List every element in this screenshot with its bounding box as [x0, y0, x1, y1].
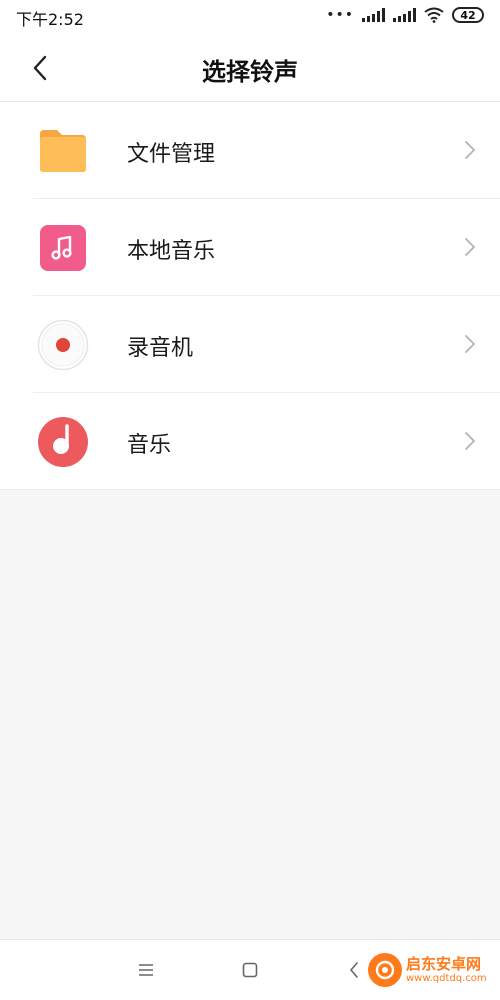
menu-button[interactable] — [132, 956, 160, 984]
chevron-right-icon — [465, 432, 475, 450]
home-button[interactable] — [236, 956, 264, 984]
watermark-url: www.qdtdq.com — [406, 973, 487, 984]
back-triangle-icon — [350, 962, 358, 978]
list-item-file-manager[interactable]: 文件管理 — [0, 102, 500, 199]
wifi-icon — [424, 7, 444, 23]
header: 选择铃声 — [0, 34, 500, 102]
list-item-label: 录音机 — [127, 336, 194, 361]
chevron-right-icon — [465, 238, 475, 256]
list-item-label: 文件管理 — [127, 142, 216, 167]
list-item-local-music[interactable]: 本地音乐 — [0, 199, 500, 296]
status-time: 下午2:52 — [16, 10, 84, 29]
nav-back-button[interactable] — [340, 956, 368, 984]
chevron-right-icon — [465, 141, 475, 159]
menu-icon — [139, 964, 153, 976]
status-icons: ••• 42 — [326, 7, 484, 23]
watermark-logo-icon — [368, 953, 402, 987]
ringtone-source-list: 文件管理 本地音乐 录音机 音乐 — [0, 102, 500, 490]
record-icon — [37, 319, 89, 371]
watermark: 启东安卓网 www.qdtdq.com — [368, 944, 494, 996]
home-icon — [242, 962, 258, 978]
battery-indicator: 42 — [452, 7, 484, 23]
watermark-name: 启东安卓网 — [406, 955, 482, 973]
music-app-icon — [37, 416, 89, 468]
page-title: 选择铃声 — [202, 58, 298, 86]
divider — [0, 489, 500, 490]
music-note-icon — [37, 222, 89, 274]
signal-icon — [362, 8, 385, 22]
signal-icon-2 — [393, 8, 416, 22]
list-item-music[interactable]: 音乐 — [0, 393, 500, 490]
list-item-label: 音乐 — [127, 433, 172, 458]
system-nav-bar: 启东安卓网 www.qdtdq.com — [0, 939, 500, 1000]
list-item-label: 本地音乐 — [127, 239, 216, 264]
folder-icon — [37, 125, 89, 177]
status-bar: 下午2:52 ••• 42 — [0, 0, 500, 34]
list-item-recorder[interactable]: 录音机 — [0, 296, 500, 393]
chevron-right-icon — [465, 335, 475, 353]
more-notifications-icon: ••• — [326, 7, 354, 23]
